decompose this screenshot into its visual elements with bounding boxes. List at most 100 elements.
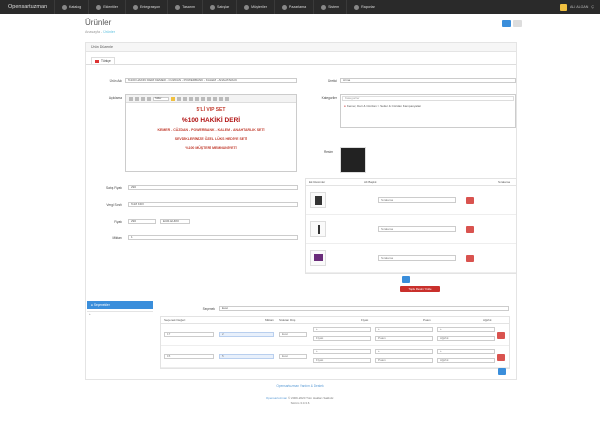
points-prefix-select[interactable]: + xyxy=(375,349,433,354)
category-item: ●Kemer, Deri & Cüzdan > Setler & Cüzdan … xyxy=(344,104,422,108)
qty-input[interactable]: 2 xyxy=(219,332,274,337)
tax-class-select[interactable]: %18 KDV xyxy=(128,202,298,207)
brand-logo[interactable]: Opensartuzman xyxy=(0,4,54,10)
pen-icon xyxy=(318,225,320,234)
col-qty: Miktarı xyxy=(265,318,274,322)
table-row: Sıralama xyxy=(306,186,516,215)
user-menu[interactable]: ALI ALGAN Ç xyxy=(560,0,594,14)
nav-item-musteriler[interactable]: Müşteriler xyxy=(236,0,274,14)
strike-icon[interactable] xyxy=(147,96,151,101)
brand-input[interactable]: Arma xyxy=(340,78,516,83)
image-thumbnail[interactable] xyxy=(310,192,326,208)
price-prefix-select[interactable]: + xyxy=(313,349,371,354)
description-editor[interactable]: Stiller 5'Lİ VIP SET %100 HAKİKİ DERİ KE… xyxy=(125,94,297,172)
cancel-button[interactable] xyxy=(513,20,522,27)
stock-input[interactable]: 1 xyxy=(128,235,298,240)
bulk-upload-button[interactable]: Toplu Resim Yükle xyxy=(400,286,440,292)
price-prefix-select[interactable]: + xyxy=(313,327,371,332)
option-required-select[interactable]: Evet xyxy=(219,306,509,311)
product-name-label: Ürün Adı xyxy=(109,79,122,83)
share-icon xyxy=(281,4,287,10)
nav-item-entegrasyon[interactable]: Entegrasyon xyxy=(124,0,167,14)
delete-variant-button[interactable] xyxy=(497,332,505,339)
list-icon[interactable] xyxy=(177,96,181,101)
fullscreen-icon[interactable] xyxy=(219,96,223,101)
user-icon xyxy=(244,4,250,10)
points-input[interactable]: Puanı xyxy=(375,358,433,363)
col-price: Fiyatı xyxy=(361,318,369,322)
style-select[interactable]: Stiller xyxy=(153,96,169,101)
video-icon[interactable] xyxy=(207,96,211,101)
variants-table-header: Seçenek Değeri Miktarı Stoktan Düş Fiyat… xyxy=(161,317,509,324)
nav-item-satislar[interactable]: Satışlar xyxy=(201,0,236,14)
sort-input[interactable]: Sıralama xyxy=(378,255,456,261)
table-icon[interactable] xyxy=(201,96,205,101)
points-input[interactable]: Puanı xyxy=(375,336,433,341)
delete-image-button[interactable] xyxy=(466,196,474,204)
breadcrumb-current[interactable]: Ürünler xyxy=(103,30,115,34)
weight-prefix-select[interactable]: + xyxy=(437,327,495,332)
price-label: Satış Fiyatı xyxy=(106,186,122,190)
font-color-icon[interactable] xyxy=(171,96,175,101)
subtract-select[interactable]: Evet xyxy=(279,354,307,359)
delete-image-button[interactable] xyxy=(466,254,474,262)
image-thumbnail[interactable] xyxy=(310,250,326,266)
sort-input[interactable]: Sıralama xyxy=(378,226,456,232)
category-selector[interactable]: Kategoriler ●Kemer, Deri & Cüzdan > Setl… xyxy=(340,94,516,128)
currency-select[interactable]: EUR-EURO xyxy=(160,219,190,224)
category-search-input[interactable]: Kategoriler xyxy=(342,96,514,101)
save-button[interactable] xyxy=(502,20,511,27)
subtract-select[interactable]: Evet xyxy=(279,332,307,337)
option-value-select[interactable]: 17 xyxy=(164,332,214,337)
option-value-select[interactable]: 15 xyxy=(164,354,214,359)
help-icon[interactable] xyxy=(225,96,229,101)
image-icon[interactable] xyxy=(195,96,199,101)
add-variant-button[interactable] xyxy=(498,368,506,375)
product-name-input[interactable]: %100 HAKİKİ DERİ KEMER - CÜZDAN - POWERB… xyxy=(125,78,297,83)
code-icon[interactable] xyxy=(213,96,217,101)
sidebar-add-option[interactable]: + xyxy=(89,312,91,316)
nav-item-tasarim[interactable]: Tasarım xyxy=(167,0,202,14)
weight-input[interactable]: Ağırlık xyxy=(437,336,495,341)
nav-item-raporlar[interactable]: Raporlar xyxy=(346,0,382,14)
monitor-icon xyxy=(175,4,181,10)
footer-brand-link[interactable]: Opensartuzman xyxy=(266,396,287,400)
weight-prefix-select[interactable]: + xyxy=(437,349,495,354)
weight-input[interactable]: Ağırlık xyxy=(437,358,495,363)
monitor-icon xyxy=(314,254,323,261)
link-icon[interactable] xyxy=(189,96,193,101)
editor-content[interactable]: 5'Lİ VIP SET %100 HAKİKİ DERİ KEMER - CÜ… xyxy=(126,103,296,150)
top-navbar: Opensartuzman Katalog Eklentiler Entegra… xyxy=(0,0,600,14)
qty-input[interactable]: 5 xyxy=(219,354,274,359)
nav-item-katalog[interactable]: Katalog xyxy=(54,0,88,14)
sale-price-input[interactable]: 290 xyxy=(128,219,156,224)
nav-item-sistem[interactable]: Sistem xyxy=(313,0,346,14)
price-input[interactable]: Fiyatı xyxy=(313,336,371,341)
page-title: Ürünler xyxy=(85,18,112,27)
footer-help-link[interactable]: Opensartuzman Yardım & Destek xyxy=(0,384,600,388)
tab-language-tr[interactable]: Türkçe xyxy=(91,57,115,64)
italic-icon[interactable] xyxy=(135,96,139,101)
nav-item-eklentiler[interactable]: Eklentiler xyxy=(88,0,125,14)
delete-image-button[interactable] xyxy=(466,225,474,233)
col-weight: Ağırlık xyxy=(483,318,492,322)
editor-line-5: %100 MÜŞTERİ MEMNUNİYETİ xyxy=(185,146,237,150)
price-input[interactable]: 290 xyxy=(128,185,298,190)
tab-divider xyxy=(86,64,516,65)
remove-icon[interactable]: ● xyxy=(344,104,346,108)
nav-item-pazarlama[interactable]: Pazarlama xyxy=(273,0,313,14)
sort-input[interactable]: Sıralama xyxy=(378,197,456,203)
breadcrumb-home[interactable]: Anasayfa xyxy=(85,30,100,34)
image-thumbnail[interactable] xyxy=(310,221,326,237)
sidebar-item-options[interactable]: ● Seçenekler xyxy=(87,301,153,309)
points-prefix-select[interactable]: + xyxy=(375,327,433,332)
main-product-image[interactable] xyxy=(340,147,366,173)
bold-icon[interactable] xyxy=(129,96,133,101)
add-image-button[interactable] xyxy=(402,276,410,283)
align-icon[interactable] xyxy=(183,96,187,101)
logout-link[interactable]: Ç xyxy=(591,5,594,9)
plug-icon xyxy=(132,4,138,10)
delete-variant-button[interactable] xyxy=(497,354,505,361)
underline-icon[interactable] xyxy=(141,96,145,101)
price-input[interactable]: Fiyatı xyxy=(313,358,371,363)
